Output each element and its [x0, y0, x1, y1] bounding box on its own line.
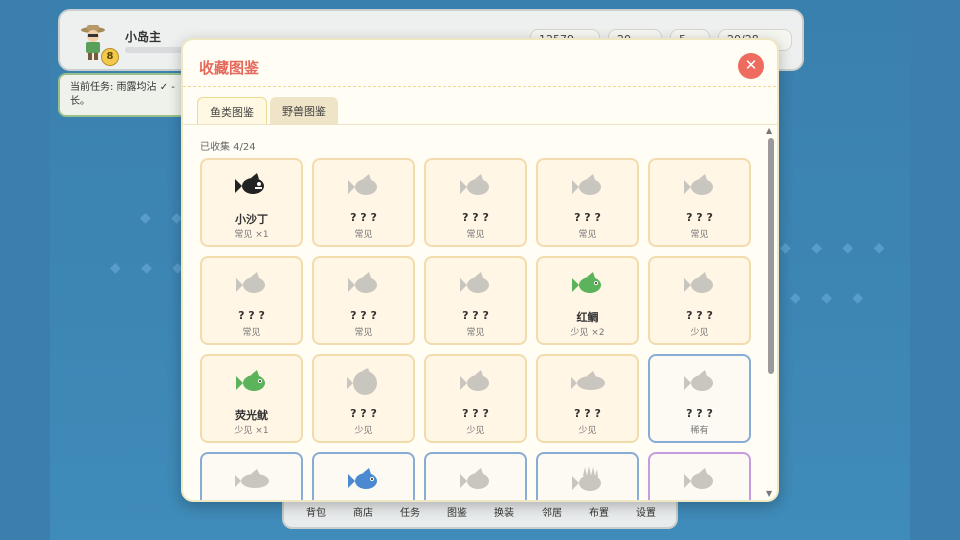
toolbar-collection[interactable]: 图鉴 — [447, 504, 467, 519]
collection-card[interactable]: ? ? ? 少见 — [648, 256, 751, 345]
card-rarity: 常见 — [466, 230, 485, 240]
toolbar-bag[interactable]: 背包 — [306, 504, 326, 519]
collection-card[interactable] — [536, 452, 639, 500]
card-name: 小沙丁 — [235, 213, 268, 226]
card-name: ? ? ? — [238, 309, 265, 322]
left-margin — [0, 0, 50, 540]
modal-title: 收藏图鉴 — [199, 59, 260, 77]
toolbar-outfit[interactable]: 换装 — [494, 504, 514, 519]
toolbar-decorate[interactable]: 布置 — [589, 504, 609, 519]
card-rarity: 常见 — [242, 328, 261, 338]
scrollbar[interactable]: ▲ ▼ — [766, 126, 776, 498]
level-badge: 8 — [101, 48, 119, 66]
collection-card[interactable]: 红鲷少见 ×2 — [536, 256, 639, 345]
card-name: ? ? ? — [686, 211, 713, 224]
tab-divider — [183, 124, 777, 125]
unknown-fish-icon — [235, 469, 269, 488]
collection-grid: 小沙丁 常见 ×1? ? ? 常见? ? ? 常见? ? ? 常见? ? ? 常见? ? … — [200, 158, 760, 500]
unknown-fish-icon — [460, 468, 489, 489]
toolbar-neighbors[interactable]: 邻居 — [542, 504, 562, 519]
collection-modal: 收藏图鉴 ✕ 鱼类图鉴 野兽图鉴 已收集 4/24 小沙丁常见 ×1 ? ? ? 常… — [181, 38, 779, 502]
collection-card[interactable] — [200, 452, 303, 500]
card-name: ? ? ? — [574, 407, 601, 420]
card-name: ? ? ? — [462, 407, 489, 420]
unknown-fish-icon — [684, 272, 713, 293]
close-button[interactable]: ✕ — [738, 53, 764, 79]
collection-card[interactable]: ? ? ? 少见 — [424, 354, 527, 443]
card-name: ? ? ? — [350, 407, 377, 420]
card-rarity: 少见 ×1 — [234, 426, 269, 436]
unknown-fish-icon — [572, 466, 601, 491]
unknown-fish-icon — [684, 174, 713, 195]
card-rarity: 常见 — [690, 230, 709, 240]
unknown-fish-icon — [684, 370, 713, 391]
scroll-down-icon[interactable]: ▼ — [766, 489, 772, 498]
card-rarity: 少见 — [354, 426, 373, 436]
scroll-thumb[interactable] — [768, 138, 774, 374]
collection-card[interactable]: ? ? ? 常见 — [312, 256, 415, 345]
task-text: 当前任务: 雨露均沾 ✓ - 长。 — [70, 82, 175, 107]
card-name: 荧光鱿 — [235, 409, 268, 422]
collection-card[interactable]: ? ? ? 常见 — [536, 158, 639, 247]
collection-card[interactable]: 小沙丁常见 ×1 — [200, 158, 303, 247]
title-divider — [183, 86, 777, 87]
collection-card[interactable] — [312, 452, 415, 500]
player-name: 小岛主 — [125, 30, 162, 44]
collection-card[interactable]: ? ? ? 少见 — [312, 354, 415, 443]
collection-card[interactable]: ? ? ? 稀有 — [648, 354, 751, 443]
toolbar-tasks[interactable]: 任务 — [400, 504, 420, 519]
unknown-fish-icon — [348, 174, 377, 195]
unknown-fish-icon — [460, 174, 489, 195]
card-rarity: 常见 — [354, 328, 373, 338]
collection-card[interactable]: ? ? ? 常见 — [648, 158, 751, 247]
wave-decoration: ◆ ◆ ◆ — [790, 290, 872, 306]
unknown-fish-icon — [460, 370, 489, 391]
card-name: ? ? ? — [574, 211, 601, 224]
card-rarity: 少见 ×2 — [570, 328, 605, 338]
current-task-panel[interactable]: 当前任务: 雨露均沾 ✓ - 长。 — [58, 73, 188, 117]
unknown-fish-icon — [348, 272, 377, 293]
unknown-fish-icon — [571, 371, 605, 390]
collection-card[interactable] — [424, 452, 527, 500]
card-rarity: 少见 — [690, 328, 709, 338]
card-name: 红鲷 — [576, 311, 599, 324]
toolbar-shop[interactable]: 商店 — [353, 504, 373, 519]
card-rarity: 少见 — [578, 426, 597, 436]
card-name: ? ? ? — [350, 211, 377, 224]
card-name: ? ? ? — [686, 407, 713, 420]
unknown-fish-icon — [684, 468, 713, 489]
card-rarity: 稀有 — [690, 426, 709, 436]
collected-count: 已收集 4/24 — [200, 142, 256, 153]
collection-card[interactable]: 荧光鱿少见 ×1 — [200, 354, 303, 443]
fish-icon — [348, 468, 377, 489]
card-name: ? ? ? — [350, 309, 377, 322]
tab-beasts[interactable]: 野兽图鉴 — [270, 97, 338, 125]
collection-card[interactable]: ? ? ? 常见 — [312, 158, 415, 247]
card-rarity: 常见 — [466, 328, 485, 338]
fish-icon — [236, 370, 265, 391]
collection-card[interactable] — [648, 452, 751, 500]
right-margin — [910, 0, 960, 540]
card-rarity: 常见 ×1 — [234, 230, 269, 240]
toolbar-settings[interactable]: 设置 — [636, 504, 656, 519]
unknown-fish-icon — [460, 272, 489, 293]
card-rarity: 少见 — [466, 426, 485, 436]
unknown-fish-icon — [347, 368, 377, 395]
card-name: ? ? ? — [462, 211, 489, 224]
collection-card[interactable]: ? ? ? 常见 — [424, 158, 527, 247]
fish-icon — [235, 173, 264, 194]
unknown-fish-icon — [572, 174, 601, 195]
collection-card[interactable]: ? ? ? 常见 — [200, 256, 303, 345]
card-name: ? ? ? — [686, 309, 713, 322]
tab-fish[interactable]: 鱼类图鉴 — [197, 97, 267, 125]
collection-card[interactable]: ? ? ? 少见 — [536, 354, 639, 443]
card-rarity: 常见 — [578, 230, 597, 240]
collection-card[interactable]: ? ? ? 常见 — [424, 256, 527, 345]
unknown-fish-icon — [236, 272, 265, 293]
wave-decoration: ◆ ◆ ◆ ◆ — [780, 240, 893, 256]
fish-icon — [572, 272, 601, 293]
scroll-up-icon[interactable]: ▲ — [766, 126, 772, 135]
card-name: ? ? ? — [462, 309, 489, 322]
card-rarity: 常见 — [354, 230, 373, 240]
